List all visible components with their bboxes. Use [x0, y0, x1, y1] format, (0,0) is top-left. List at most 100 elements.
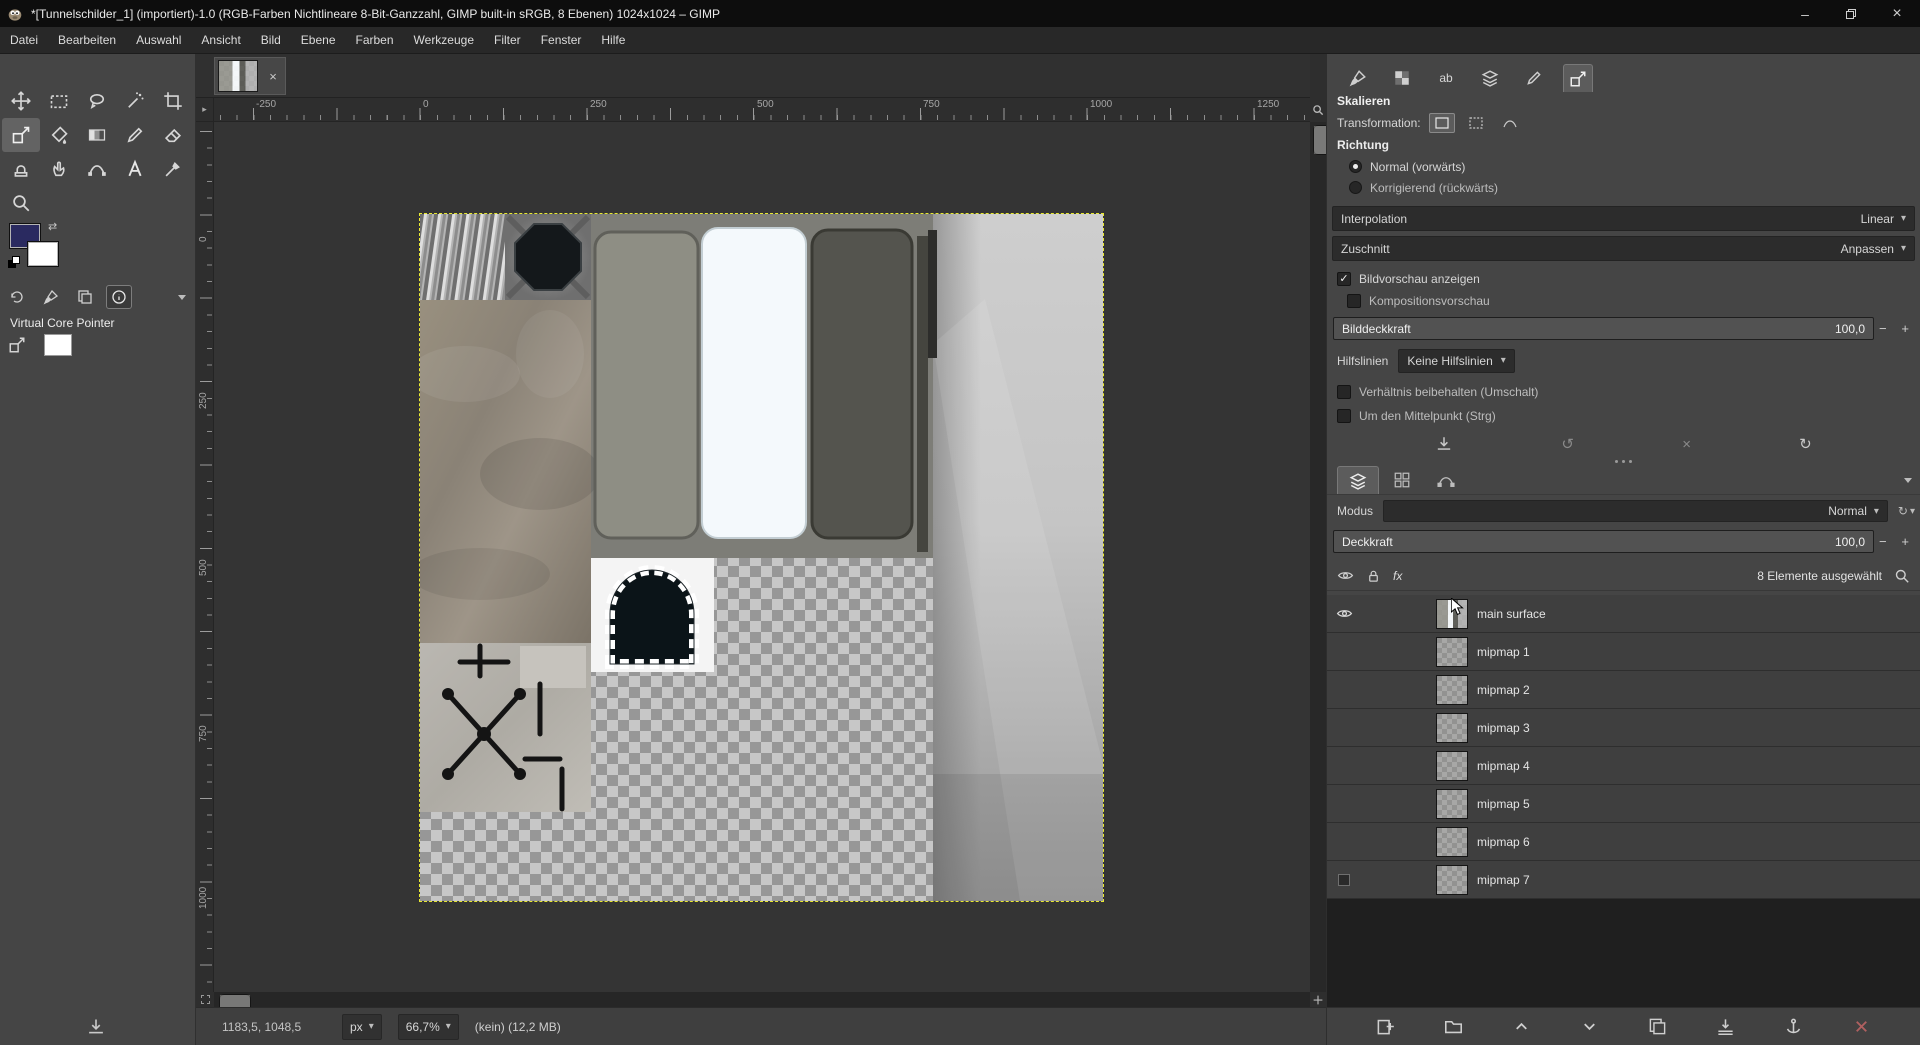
- device-tool-icon[interactable]: [8, 336, 26, 354]
- default-colors-icon[interactable]: [8, 256, 22, 270]
- canvas-viewport[interactable]: [214, 122, 1310, 992]
- canvas-image[interactable]: [420, 214, 1103, 901]
- new-layer-icon[interactable]: [1376, 1017, 1395, 1036]
- guides-dropdown[interactable]: Keine Hilfslinien ▾: [1398, 349, 1514, 373]
- mode-dropdown[interactable]: Normal ▾: [1383, 500, 1888, 522]
- layer-row[interactable]: mipmap 2: [1327, 671, 1920, 709]
- tool-pencil[interactable]: [116, 118, 154, 152]
- tab-close-button[interactable]: ×: [261, 58, 285, 94]
- tool-color-picker[interactable]: [154, 152, 192, 186]
- transform-layer-button[interactable]: [1429, 113, 1455, 133]
- dock-tab-fonts[interactable]: ab: [1431, 64, 1461, 92]
- tool-zoom[interactable]: [2, 186, 40, 220]
- save-tool-options-icon[interactable]: [86, 1017, 106, 1037]
- duplicate-tab[interactable]: [72, 285, 98, 309]
- menu-item[interactable]: Ansicht: [191, 27, 250, 54]
- device-color-swatch[interactable]: [44, 334, 72, 356]
- menu-item[interactable]: Hilfe: [591, 27, 635, 54]
- tool-bucket-fill[interactable]: [40, 118, 78, 152]
- tool-fuzzy-select[interactable]: [116, 84, 154, 118]
- tool-presets-tab[interactable]: [106, 285, 132, 309]
- layer-row[interactable]: mipmap 4: [1327, 747, 1920, 785]
- visibility-eye-icon[interactable]: [1336, 605, 1353, 622]
- unit-dropdown[interactable]: px ▾: [342, 1014, 382, 1040]
- tool-free-select[interactable]: [78, 84, 116, 118]
- dock-tab-gradients[interactable]: [1475, 64, 1505, 92]
- decrease-opacity-button[interactable]: −: [1879, 321, 1887, 336]
- delete-layer-icon[interactable]: [1852, 1017, 1871, 1036]
- horizontal-ruler[interactable]: -250025050075010001250: [214, 98, 1310, 122]
- increase-opacity-button[interactable]: +: [1901, 534, 1909, 549]
- tool-smudge[interactable]: [40, 152, 78, 186]
- ruler-origin-button[interactable]: ▸: [196, 98, 214, 122]
- dock-tab-tool-options[interactable]: [1563, 64, 1593, 92]
- menu-item[interactable]: Fenster: [531, 27, 592, 54]
- zoom-dropdown[interactable]: 66,7% ▾: [398, 1014, 459, 1040]
- zoom-follow-window-button[interactable]: [1310, 98, 1326, 122]
- reset-tool-icon[interactable]: ↻: [1799, 435, 1812, 453]
- tool-rectangle-select[interactable]: [40, 84, 78, 118]
- lock-icon[interactable]: [1366, 568, 1381, 584]
- save-preset-icon[interactable]: [1435, 435, 1453, 453]
- lower-layer-icon[interactable]: [1580, 1017, 1599, 1036]
- show-image-preview-checkbox[interactable]: ✓ Bildvorschau anzeigen: [1337, 269, 1920, 288]
- clipping-row[interactable]: Zuschnitt Anpassen▾: [1332, 236, 1915, 261]
- navigation-button[interactable]: [1310, 992, 1326, 1007]
- tool-transform[interactable]: [2, 118, 40, 152]
- dock-resize-handle[interactable]: [1327, 457, 1920, 465]
- menu-item[interactable]: Farben: [346, 27, 404, 54]
- tool-crop[interactable]: [154, 84, 192, 118]
- minimize-button[interactable]: –: [1782, 0, 1828, 27]
- panel-menu-icon[interactable]: [1902, 474, 1914, 486]
- tool-paths[interactable]: [78, 152, 116, 186]
- channels-tab[interactable]: [1381, 466, 1423, 494]
- restore-preset-icon[interactable]: ↺: [1561, 435, 1574, 453]
- layer-row[interactable]: main surface: [1327, 595, 1920, 633]
- menu-item[interactable]: Ebene: [291, 27, 346, 54]
- layer-row[interactable]: mipmap 7: [1327, 861, 1920, 899]
- direction-normal-option[interactable]: Normal (vorwärts): [1349, 156, 1920, 177]
- eye-icon[interactable]: [1337, 567, 1354, 584]
- tool-options-tab[interactable]: [4, 285, 30, 309]
- panel-menu-icon[interactable]: [176, 291, 188, 303]
- duplicate-layer-icon[interactable]: [1648, 1017, 1667, 1036]
- menu-item[interactable]: Filter: [484, 27, 531, 54]
- dock-tab-brushes[interactable]: [1343, 64, 1373, 92]
- anchor-layer-icon[interactable]: [1784, 1017, 1803, 1036]
- delete-preset-icon[interactable]: ×: [1682, 436, 1691, 453]
- menu-item[interactable]: Bild: [251, 27, 291, 54]
- menu-item[interactable]: Werkzeuge: [404, 27, 484, 54]
- image-opacity-slider[interactable]: Bilddeckkraft 100,0: [1333, 317, 1874, 340]
- dock-tab-patterns[interactable]: [1387, 64, 1417, 92]
- vertical-ruler[interactable]: 02505007501000: [196, 122, 214, 992]
- image-tab[interactable]: ×: [214, 57, 286, 95]
- visibility-checkbox[interactable]: [1338, 874, 1350, 886]
- keep-aspect-checkbox[interactable]: Verhältnis beibehalten (Umschalt): [1337, 382, 1920, 401]
- menu-item[interactable]: Auswahl: [126, 27, 191, 54]
- background-color-swatch[interactable]: [28, 242, 58, 266]
- layer-row[interactable]: mipmap 3: [1327, 709, 1920, 747]
- mode-switch-button[interactable]: ↻ ▾: [1898, 504, 1915, 518]
- raise-layer-icon[interactable]: [1512, 1017, 1531, 1036]
- tool-clone[interactable]: [2, 152, 40, 186]
- layer-opacity-slider[interactable]: Deckkraft 100,0: [1333, 530, 1874, 553]
- layer-row[interactable]: mipmap 1: [1327, 633, 1920, 671]
- tool-move[interactable]: [2, 84, 40, 118]
- close-button[interactable]: ×: [1874, 0, 1920, 27]
- swap-colors-icon[interactable]: ⇄: [48, 220, 57, 233]
- dock-tab-history[interactable]: [1519, 64, 1549, 92]
- tool-eraser[interactable]: [154, 118, 192, 152]
- new-group-icon[interactable]: [1444, 1017, 1463, 1036]
- decrease-opacity-button[interactable]: −: [1879, 534, 1887, 549]
- quick-mask-toggle[interactable]: [196, 992, 214, 1007]
- brushes-tab[interactable]: [38, 285, 64, 309]
- tool-gradient[interactable]: [78, 118, 116, 152]
- layer-row[interactable]: mipmap 5: [1327, 785, 1920, 823]
- transform-selection-button[interactable]: [1463, 113, 1489, 133]
- title-bar[interactable]: *[Tunnelschilder_1] (importiert)-1.0 (RG…: [0, 0, 1920, 27]
- fx-toggle[interactable]: fx: [1393, 569, 1402, 583]
- tool-text[interactable]: [116, 152, 154, 186]
- layer-row[interactable]: mipmap 6: [1327, 823, 1920, 861]
- direction-corrective-option[interactable]: Korrigierend (rückwärts): [1349, 177, 1920, 198]
- menu-item[interactable]: Bearbeiten: [48, 27, 126, 54]
